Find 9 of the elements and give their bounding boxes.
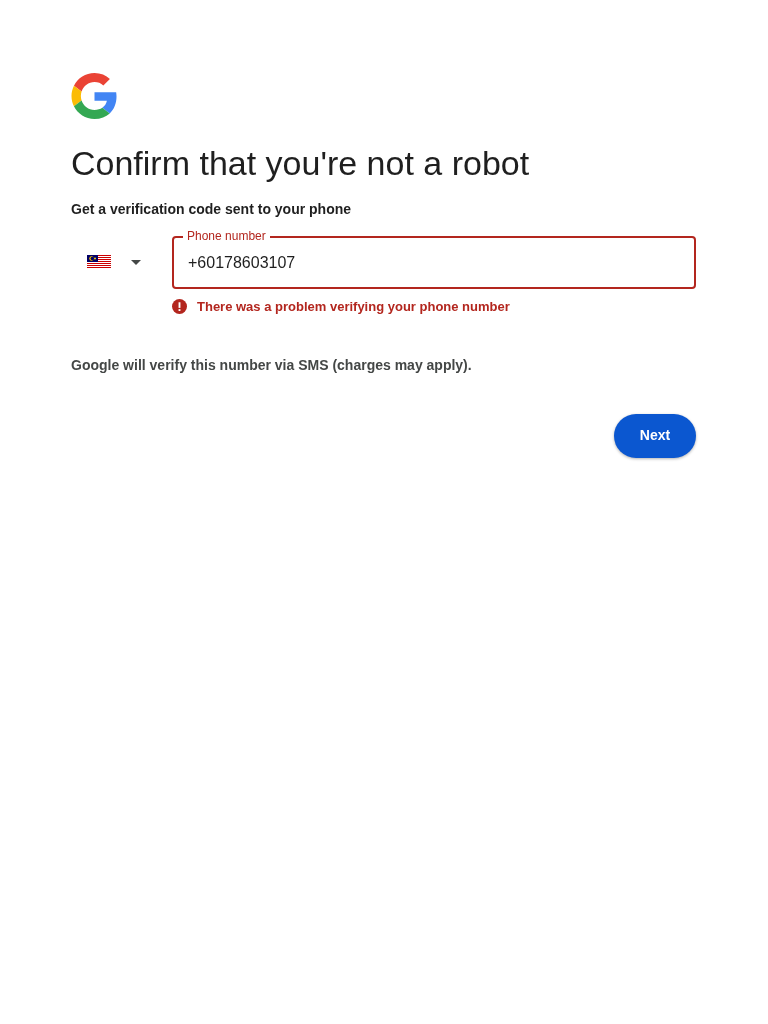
google-logo-icon bbox=[71, 73, 118, 119]
error-message: There was a problem verifying your phone number bbox=[197, 298, 510, 316]
flag-icon bbox=[87, 255, 111, 269]
next-button[interactable]: Next bbox=[614, 413, 696, 458]
page-heading: Confirm that you're not a robot bbox=[71, 143, 531, 184]
sms-notice-text: Google will verify this number via SMS (charges may apply). bbox=[71, 355, 473, 375]
error-icon bbox=[172, 299, 187, 315]
dropdown-caret-icon bbox=[131, 259, 141, 265]
instruction-text: Get a verification code sent to your phone bbox=[71, 200, 353, 219]
